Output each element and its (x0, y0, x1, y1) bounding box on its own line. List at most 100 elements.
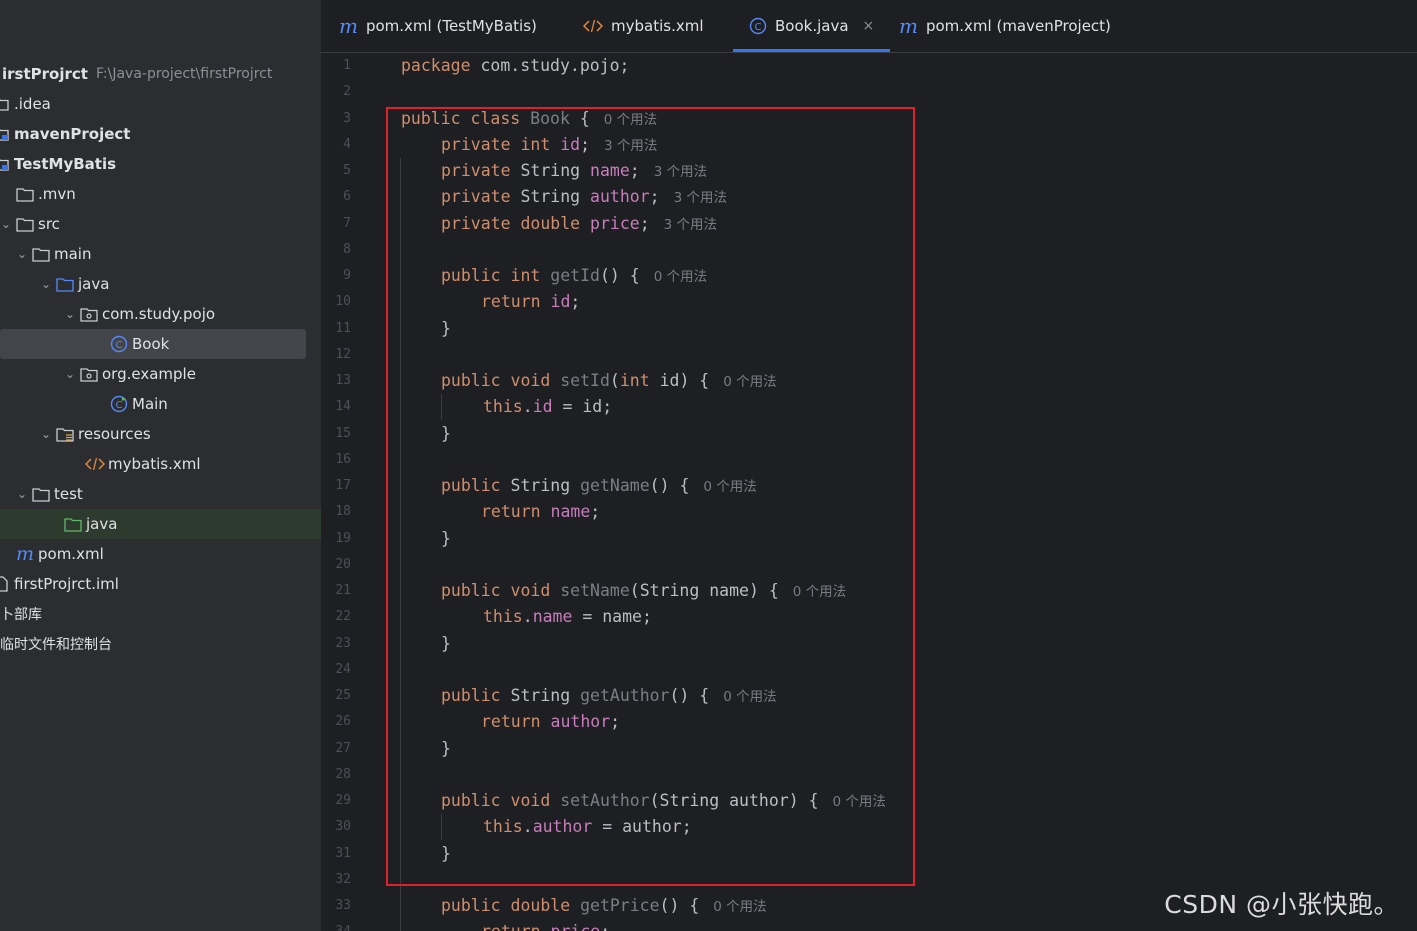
tree-item-external-libraries[interactable]: 卜部库 (0, 599, 319, 629)
svg-text:C: C (116, 400, 123, 411)
line-number: 24 (335, 661, 351, 677)
package-icon (78, 305, 100, 323)
line-number: 29 (335, 793, 351, 808)
line-number: 2 (343, 84, 351, 100)
source-folder-icon (54, 275, 76, 293)
project-name: irstProjrct (2, 65, 88, 83)
line-number: 28 (335, 766, 351, 782)
tree-item-resources[interactable]: ⌄ resources (38, 419, 321, 449)
indent-guide (441, 814, 442, 840)
line-number: 13 (335, 373, 351, 388)
tree-item-iml[interactable]: firstProjrct.iml (0, 569, 311, 599)
maven-icon: m (15, 543, 35, 565)
class-icon: C (749, 17, 767, 35)
code-line-3: public class Book {0 个用法 (401, 108, 658, 128)
tree-item-main-class[interactable]: C Main (108, 389, 321, 419)
tree-item-java-main[interactable]: ⌄ java (38, 269, 321, 299)
chevron-down-icon[interactable]: ⌄ (0, 217, 14, 231)
maven-icon: m (339, 14, 358, 38)
tree-item-idea[interactable]: .idea (0, 89, 311, 119)
tab-mybatis-xml[interactable]: mybatis.xml (583, 0, 704, 52)
tree-item-mavenproject[interactable]: mavenProject (0, 119, 311, 149)
chevron-down-icon[interactable]: ⌄ (14, 247, 30, 261)
usage-hint: 0 个用法 (723, 689, 777, 705)
xml-icon (84, 455, 106, 473)
code-line-7: private double price; 3 个用法 (441, 213, 718, 233)
svg-text:C: C (755, 22, 762, 33)
tree-item-com-study-pojo[interactable]: ⌄ com.study.pojo (62, 299, 321, 329)
line-number: 12 (335, 346, 351, 362)
line-number: 7 (343, 215, 351, 231)
line-number: 6 (343, 189, 351, 205)
resources-folder-icon (54, 425, 76, 443)
tab-book-java[interactable]: C Book.java × (733, 0, 891, 52)
line-number: 27 (335, 740, 351, 756)
indent-guide (441, 394, 442, 420)
tree-root-project[interactable]: irstProjrct F:\Java-project\firstProjrct (0, 59, 321, 89)
maven-icon: m (899, 14, 918, 38)
line-number: 34 (321, 919, 351, 931)
indent-guide (400, 158, 401, 931)
line-number: 17 (335, 478, 351, 493)
line-number: 22 (335, 609, 351, 625)
project-tree-panel: irstProjrct F:\Java-project\firstProjrct… (0, 0, 322, 931)
tab-pom-mavenproject[interactable]: m pom.xml (mavenProject) (899, 0, 1111, 52)
xml-icon (583, 19, 603, 33)
code-line-22: this.name = name; (483, 607, 652, 627)
usage-hint: 0 个用法 (832, 794, 886, 810)
code-line-25: public String getAuthor() {0 个用法 (441, 686, 777, 705)
chevron-down-icon[interactable]: ⌄ (38, 277, 54, 291)
project-path: F:\Java-project\firstProjrct (95, 66, 273, 82)
line-number: 4 (343, 136, 351, 152)
tree-item-book[interactable]: C Book (0, 329, 306, 359)
line-number: 26 (335, 714, 351, 730)
tree-item-testmybatis[interactable]: TestMyBatis (0, 149, 311, 179)
tree-item-src[interactable]: ⌄ src (0, 209, 319, 239)
ide-window: irstProjrct F:\Java-project\firstProjrct… (0, 0, 1417, 931)
editor-tab-bar: m pom.xml (TestMyBatis) mybatis.xml C Bo… (321, 0, 1417, 53)
chevron-down-icon[interactable]: ⌄ (62, 367, 78, 381)
tree-item-org-example[interactable]: ⌄ org.example (62, 359, 321, 389)
usage-hint: 0 个用法 (653, 269, 708, 285)
folder-icon (0, 95, 12, 113)
code-line-17: public String getName() {0 个用法 (441, 476, 757, 495)
code-line-23: } (441, 633, 451, 653)
line-number: 3 (343, 110, 351, 126)
code-line-4: private int id; 3 个用法 (441, 134, 658, 154)
chevron-down-icon[interactable]: ⌄ (14, 487, 30, 501)
code-line-19: } (441, 528, 451, 548)
chevron-down-icon[interactable]: ⌄ (62, 307, 78, 321)
close-icon[interactable]: × (863, 18, 875, 34)
line-number: 21 (335, 583, 351, 598)
line-number: 30 (335, 819, 351, 835)
line-number: 16 (335, 451, 351, 467)
code-line-10: return id; (481, 292, 581, 312)
main-class-icon: C (108, 395, 130, 413)
test-folder-icon (62, 515, 84, 533)
line-number: 33 (335, 898, 351, 913)
line-number: 19 (335, 530, 351, 546)
code-line-34: return price; (481, 919, 610, 931)
line-number: 1 (343, 58, 351, 73)
line-number: 10 (335, 294, 351, 310)
usage-hint: 3 个用法 (653, 164, 708, 180)
tree-item-main[interactable]: ⌄ main (14, 239, 321, 269)
line-number: 25 (335, 688, 351, 703)
line-number: 23 (335, 635, 351, 651)
tree-item-mybatis-xml[interactable]: mybatis.xml (84, 449, 321, 479)
chevron-down-icon[interactable]: ⌄ (38, 427, 54, 441)
tab-pom-testmybatis[interactable]: m pom.xml (TestMyBatis) (339, 0, 537, 52)
package-icon (78, 365, 100, 383)
line-number: 5 (343, 163, 351, 178)
tree-item-test[interactable]: ⌄ test (14, 479, 321, 509)
folder-icon (14, 215, 36, 233)
code-editor[interactable]: 1 2 3 4 5 6 7 8 9 10 11 12 13 14 15 16 17 18 19 20 21 22 23 24 2… (321, 53, 1417, 931)
tree-item-mvn[interactable]: .mvn (14, 179, 321, 209)
line-number: 32 (335, 871, 351, 887)
tree-item-java-test[interactable]: java (0, 509, 321, 539)
code-line-18: return name; (481, 502, 601, 522)
tree-item-scratches[interactable]: 临时文件和控制台 (0, 629, 319, 659)
code-line-13: public void setId(int id) {0 个用法 (441, 371, 777, 390)
usage-hint: 3 个用法 (663, 216, 718, 233)
tree-item-pom-xml[interactable]: m pom.xml (14, 539, 321, 569)
